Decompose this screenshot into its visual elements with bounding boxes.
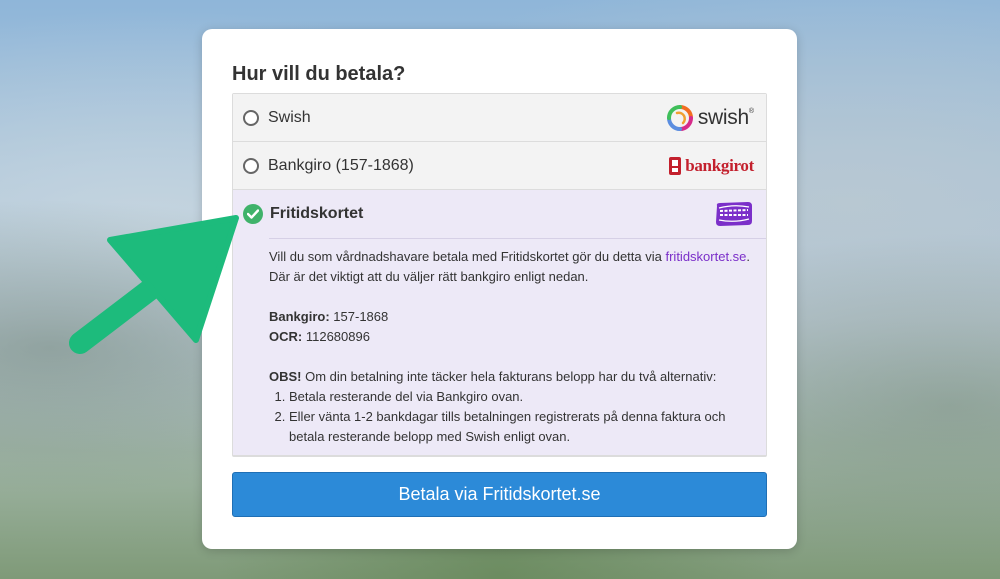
list-item: Eller vänta 1-2 bankdagar tills betalnin…: [289, 407, 754, 447]
bankgiro-value: 157-1868: [333, 309, 389, 324]
option-label-fritidskortet: Fritidskortet: [270, 205, 364, 222]
checkmark-icon: [247, 209, 259, 219]
alternatives-list: Betala resterande del via Bankgiro ovan.…: [269, 387, 754, 447]
fritidskortet-logo-icon: [714, 201, 754, 227]
obs-line: OBS! Om din betalning inte täcker hela f…: [269, 367, 754, 387]
bankgirot-logo: bankgirot: [668, 156, 754, 176]
page-title: Hur vill du betala?: [232, 63, 406, 85]
payment-options: Swish swish ® Bankgiro (157-1868) bankgi…: [232, 93, 767, 457]
pay-button[interactable]: Betala via Fritidskortet.se: [232, 472, 767, 517]
option-swish[interactable]: Swish swish ®: [233, 94, 766, 142]
ocr-label: OCR:: [269, 329, 303, 344]
obs-text: Om din betalning inte täcker hela faktur…: [305, 369, 717, 384]
radio-bankgiro[interactable]: [243, 157, 259, 174]
bankgirot-logo-text: bankgirot: [685, 155, 754, 175]
fritidskortet-details: Vill du som vårdnadshavare betala med Fr…: [233, 238, 766, 456]
option-label-bankgiro: Bankgiro (157-1868): [268, 156, 414, 174]
ocr-line: OCR: 112680896: [269, 327, 754, 347]
obs-label: OBS!: [269, 369, 302, 384]
option-fritidskortet[interactable]: Fritidskortet: [233, 190, 766, 238]
swish-logo: swish ®: [666, 104, 754, 131]
list-item: Betala resterande del via Bankgiro ovan.: [289, 387, 754, 407]
payment-card: Hur vill du betala? Swish swish ® Bankgi…: [202, 29, 797, 549]
intro-text: Vill du som vårdnadshavare betala med Fr…: [269, 249, 662, 264]
swish-registered-mark: ®: [748, 107, 754, 115]
fritidskortet-logo-graphic: [716, 202, 752, 226]
fritidskortet-link[interactable]: fritidskortet.se: [665, 249, 746, 264]
option-bankgiro[interactable]: Bankgiro (157-1868) bankgirot: [233, 142, 766, 190]
swish-logo-text: swish: [697, 105, 749, 129]
radio-swish[interactable]: [243, 109, 259, 126]
bankgiro-line: Bankgiro: 157-1868: [269, 307, 754, 327]
option-label-swish: Swish: [268, 108, 311, 126]
bankgirot-logo-icon: [669, 156, 682, 175]
details-intro: Vill du som vårdnadshavare betala med Fr…: [269, 239, 754, 287]
check-circle-icon[interactable]: [243, 204, 263, 224]
bankgiro-label: Bankgiro:: [269, 309, 330, 324]
swish-logo-icon: [666, 104, 693, 131]
ocr-value: 112680896: [305, 329, 370, 344]
